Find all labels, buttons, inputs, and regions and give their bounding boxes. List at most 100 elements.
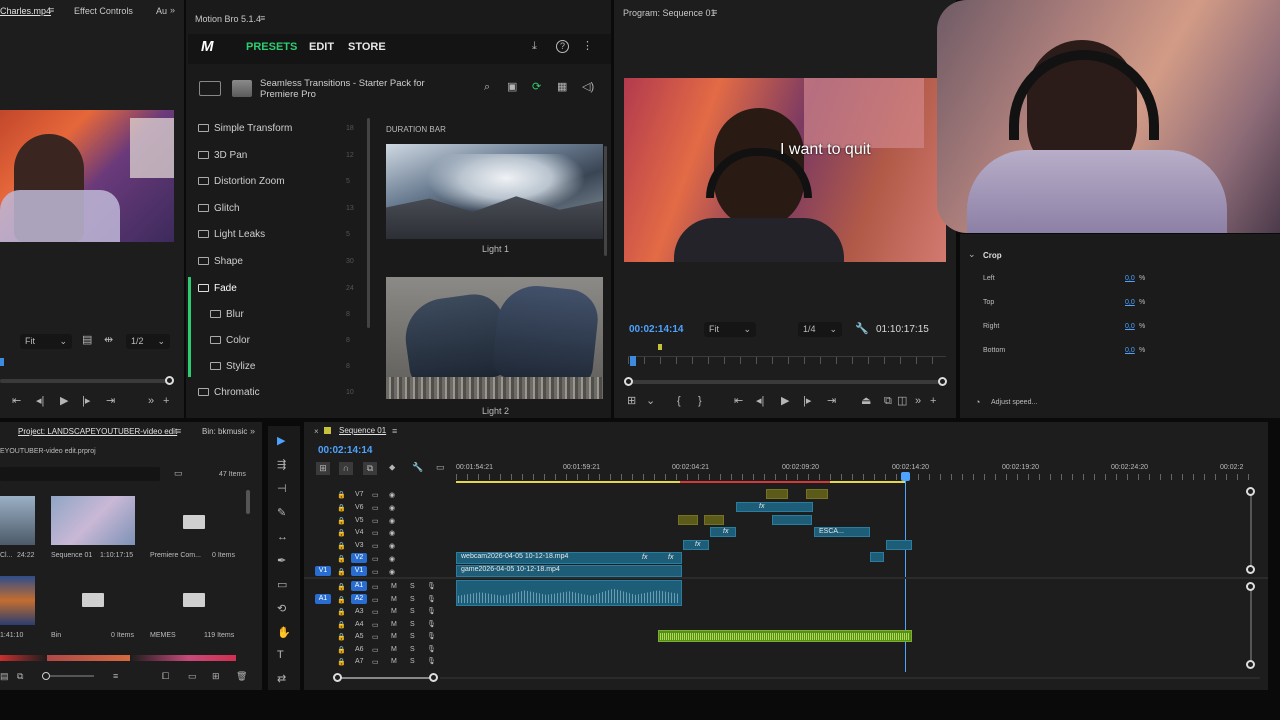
track-lock-icon[interactable]: 🔒 (337, 568, 346, 576)
timeline-clip[interactable]: fx (736, 502, 813, 512)
extract-icon[interactable]: ⧉ (884, 396, 892, 407)
toggle-sync-icon[interactable]: ▭ (372, 491, 379, 499)
mic-icon[interactable]: 🎙 (427, 645, 436, 653)
timeline-clip[interactable] (678, 515, 698, 525)
settings-icon[interactable]: ▤ (82, 335, 92, 346)
mute-button[interactable]: M (391, 596, 397, 603)
mic-icon[interactable]: 🎙 (427, 620, 436, 628)
scroll-handle[interactable] (1246, 565, 1255, 574)
program-fit-select[interactable]: Fit ⌄ (704, 322, 756, 337)
tab-project[interactable]: Project: LANDSCAPEYOUTUBER-video edit (18, 427, 177, 436)
nav-edit[interactable]: EDIT (309, 41, 334, 53)
track-select-tool-icon[interactable]: ⇶ (277, 460, 286, 471)
more-vert-icon[interactable]: ⋮ (582, 41, 593, 52)
chevron-right-icon[interactable]: » (250, 427, 255, 436)
program-timecode[interactable]: 00:02:14:14 (629, 324, 683, 335)
preview-light-1[interactable] (386, 144, 603, 239)
toggle-sync-icon[interactable]: ▭ (372, 596, 379, 604)
solo-button[interactable]: S (410, 596, 415, 603)
program-scrubber[interactable] (628, 380, 944, 384)
category-chromatic[interactable]: Chromatic (214, 387, 260, 398)
eye-icon[interactable]: ◉ (389, 555, 395, 563)
trash-icon[interactable]: 🗑 (236, 672, 247, 681)
tab-source-clip[interactable]: Charles.mp4 (0, 6, 51, 16)
preview-icon[interactable]: ▣ (507, 82, 517, 93)
mute-button[interactable]: M (391, 646, 397, 653)
playhead-marker[interactable] (0, 358, 4, 366)
scroll-handle[interactable] (1246, 487, 1255, 496)
mute-button[interactable]: M (391, 608, 397, 615)
menu-icon[interactable]: ≡ (260, 14, 265, 23)
go-to-out-icon[interactable]: ⇥ (106, 396, 115, 407)
pen-tool-icon[interactable]: ✒ (277, 556, 286, 567)
linked-selection-icon[interactable]: ⧉ (363, 462, 377, 475)
category-blur[interactable]: Blur (226, 309, 244, 320)
wrench-icon[interactable]: 🔧 (855, 324, 869, 335)
close-icon[interactable]: × (314, 428, 319, 436)
rectangle-tool-icon[interactable]: ▭ (277, 580, 287, 591)
zoom-slider-handle[interactable] (42, 672, 50, 680)
go-to-in-icon[interactable]: ⇤ (12, 396, 21, 407)
marker-icon[interactable]: ⬥ (389, 463, 395, 472)
toggle-sync-icon[interactable]: ▭ (372, 608, 379, 616)
crop-bottom-value[interactable]: 0,0 (1125, 347, 1135, 354)
mute-button[interactable]: M (391, 633, 397, 640)
timeline-clip[interactable] (870, 552, 884, 562)
preview-scrollbar[interactable] (604, 146, 607, 256)
wrench-icon[interactable]: 🔧 (412, 463, 423, 472)
timeline-clip[interactable]: fx (683, 540, 709, 550)
solo-button[interactable]: S (410, 608, 415, 615)
fit-icon[interactable]: ⇹ (104, 335, 113, 346)
track-lock-icon[interactable]: 🔒 (337, 555, 346, 563)
timeline-clip[interactable] (886, 540, 912, 550)
pack-folder-icon[interactable] (199, 81, 221, 96)
play-icon[interactable]: ▶ (781, 396, 789, 407)
more-icon[interactable]: » (915, 396, 921, 407)
mark-out-icon[interactable]: } (698, 396, 702, 407)
remix-tool-icon[interactable]: ⇄ (277, 674, 286, 685)
project-thumbnail[interactable] (51, 496, 135, 545)
settings-icon[interactable]: ⊞ (627, 396, 636, 407)
lift-icon[interactable]: ⏏ (861, 396, 871, 407)
tab-bin[interactable]: Bin: bkmusic (202, 427, 247, 436)
more-icon[interactable]: » (148, 396, 154, 407)
mic-icon[interactable]: 🎙 (427, 582, 436, 590)
playhead-handle[interactable] (901, 472, 910, 481)
track-lock-icon[interactable]: 🔒 (337, 596, 346, 604)
timeline-clip[interactable]: fx (710, 527, 736, 537)
timeline-v-scroll[interactable] (1250, 487, 1252, 571)
eye-icon[interactable]: ◉ (389, 517, 395, 525)
fit-select[interactable]: Fit ⌄ (20, 334, 72, 349)
nav-presets[interactable]: PRESETS (246, 41, 297, 53)
toggle-sync-icon[interactable]: ▭ (372, 542, 379, 550)
scroll-handle[interactable] (333, 673, 342, 682)
track-lock-icon[interactable]: 🔒 (337, 542, 346, 550)
mic-icon[interactable]: 🎙 (427, 607, 436, 615)
slip-tool-icon[interactable]: ↔ (277, 532, 288, 543)
timeline-timecode[interactable]: 00:02:14:14 (318, 445, 372, 456)
track-label-a1[interactable]: A1 (351, 581, 367, 591)
source-patch-v1[interactable]: V1 (315, 566, 331, 576)
toggle-sync-icon[interactable]: ▭ (372, 646, 379, 654)
toggle-sync-icon[interactable]: ▭ (372, 568, 379, 576)
chevron-down-icon[interactable]: ⌄ (646, 396, 655, 407)
tab-audio[interactable]: Au (156, 6, 167, 16)
track-label-v1[interactable]: V1 (351, 566, 367, 576)
grid-icon[interactable]: ▦ (557, 82, 567, 93)
eye-icon[interactable]: ◉ (389, 568, 395, 576)
type-tool-icon[interactable]: T (277, 650, 284, 661)
mute-button[interactable]: M (391, 621, 397, 628)
solo-button[interactable]: S (410, 621, 415, 628)
mute-button[interactable]: M (391, 583, 397, 590)
category-fade[interactable]: Fade (214, 283, 237, 294)
icon-view-icon[interactable]: ⧉ (17, 672, 23, 681)
snap-icon[interactable]: ∩ (339, 462, 353, 475)
crop-left-value[interactable]: 0,0 (1125, 275, 1135, 282)
step-forward-icon[interactable]: |▸ (803, 396, 811, 407)
category-3d-pan[interactable]: 3D Pan (214, 150, 247, 161)
track-lock-icon[interactable]: 🔒 (337, 491, 346, 499)
refresh-icon[interactable]: ⟳ (532, 82, 541, 93)
new-bin-icon[interactable]: ▭ (188, 672, 197, 681)
track-label-v2[interactable]: V2 (351, 553, 367, 563)
step-forward-icon[interactable]: |▸ (82, 396, 90, 407)
